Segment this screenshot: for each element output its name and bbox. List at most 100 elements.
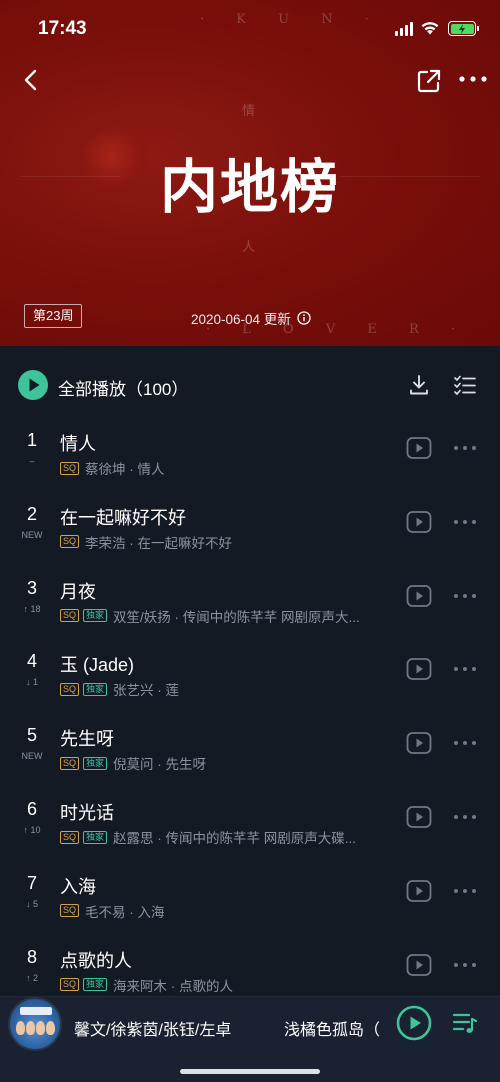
album-faces (16, 1021, 55, 1035)
page-title: 内地榜 (159, 153, 340, 221)
exclusive-badge: 独家 (83, 830, 108, 844)
song-title: 在一起嘛好不好 (60, 507, 186, 528)
song-row[interactable]: 4 ↓ 1 玉 (Jade) SQ 独家 张艺兴 · 莲 (0, 645, 500, 719)
wifi-icon (421, 22, 439, 35)
more-icon[interactable] (453, 518, 477, 526)
song-title: 入海 (60, 876, 96, 897)
exclusive-badge: 独家 (83, 609, 108, 623)
song-title: 情人 (60, 434, 96, 454)
song-meta: SQ 李荣浩 · 在一起嘛好不好 (60, 532, 232, 552)
song-row[interactable]: 7 ↓ 5 入海 SQ 毛不易 · 入海 (0, 867, 500, 941)
song-rank: 8 (26, 946, 37, 967)
download-icon[interactable] (407, 373, 431, 397)
more-icon[interactable] (458, 74, 488, 84)
song-rank: 6 (26, 799, 37, 819)
rank-trend: ↑ 18 (23, 603, 41, 614)
play-all-row: 全部播放（100） (0, 346, 500, 424)
exclusive-badge: 独家 (83, 978, 108, 992)
sq-badge: SQ (60, 535, 80, 549)
update-date: 2020-06-04 更新 (191, 312, 291, 327)
song-meta: SQ 独家 张艺兴 · 莲 (60, 679, 179, 699)
song-title: 月夜 (60, 581, 96, 602)
play-box-icon[interactable] (406, 657, 432, 681)
song-title: 玉 (Jade) (60, 655, 135, 676)
sq-badge: SQ (60, 978, 80, 992)
play-box-icon[interactable] (406, 510, 432, 534)
more-icon[interactable] (453, 813, 477, 821)
song-row[interactable]: 3 ↑ 18 月夜 SQ 独家 双笙/妖扬 · 传闻中的陈芊芊 网剧原声大... (0, 572, 500, 646)
song-row[interactable]: 2 NEW 在一起嘛好不好 SQ 李荣浩 · 在一起嘛好不好 (0, 498, 500, 572)
rank-trend: NEW (21, 529, 43, 540)
exclusive-badge: 独家 (83, 756, 108, 770)
rank-trend: NEW (21, 751, 43, 762)
song-artist-album: 毛不易 · 入海 (85, 904, 165, 920)
song-meta: SQ 独家 赵露思 · 传闻中的陈芊芊 网剧原声大碟... (60, 827, 356, 847)
play-box-icon[interactable] (406, 805, 432, 829)
play-box-icon[interactable] (406, 953, 432, 977)
song-meta: SQ 独家 倪莫问 · 先生呀 (60, 753, 206, 773)
song-list-panel: 全部播放（100） 1 – 情人 SQ 蔡徐坤 · 情人 2 NEW 在一起嘛好不好 SQ 李荣浩… (0, 346, 500, 996)
song-row[interactable]: 6 ↑ 10 时光话 SQ 独家 赵露思 · 传闻中的陈芊芊 网剧原声大碟... (0, 793, 500, 867)
mini-player[interactable]: 馨文/徐紫茵/张钰/左卓 浅橘色孤岛（ (0, 996, 500, 1082)
update-info[interactable]: 2020-06-04 更新 (191, 308, 311, 328)
mini-play-button[interactable] (396, 1005, 432, 1041)
rank-trend: ↓ 1 (25, 677, 38, 688)
header-deco-char-mid: 人 (242, 240, 270, 255)
play-box-icon[interactable] (406, 436, 432, 460)
exclusive-badge: 独家 (83, 682, 108, 696)
play-all-label[interactable]: 全部播放（100） (58, 375, 188, 400)
play-box-icon[interactable] (406, 584, 432, 608)
more-icon[interactable] (453, 665, 477, 673)
rank-trend: ↓ 5 (25, 898, 38, 909)
cellular-signal-icon (395, 22, 413, 36)
more-icon[interactable] (453, 739, 477, 747)
info-icon[interactable] (297, 311, 311, 325)
sq-badge: SQ (60, 756, 80, 770)
song-rank: 2 (26, 503, 37, 524)
play-box-icon[interactable] (406, 879, 432, 903)
sq-badge: SQ (60, 609, 80, 623)
rank-trend: ↑ 2 (25, 972, 38, 983)
rank-trend: ↑ 10 (23, 825, 41, 835)
song-title: 时光话 (60, 803, 114, 823)
song-meta: SQ 独家 双笙/妖扬 · 传闻中的陈芊芊 网剧原声大... (60, 606, 360, 626)
status-time: 17:43 (38, 18, 87, 39)
sq-badge: SQ (60, 904, 80, 918)
song-title: 先生呀 (60, 729, 114, 750)
song-rank: 4 (26, 651, 37, 672)
song-meta: SQ 毛不易 · 入海 (60, 901, 165, 921)
header-deco-char-top: 情 (242, 104, 270, 119)
sq-badge: SQ (60, 461, 80, 475)
song-meta: SQ 蔡徐坤 · 情人 (60, 458, 165, 478)
song-rank: 5 (26, 725, 37, 746)
song-row[interactable]: 1 – 情人 SQ 蔡徐坤 · 情人 (0, 424, 500, 498)
song-row[interactable]: 5 NEW 先生呀 SQ 独家 倪莫问 · 先生呀 (0, 719, 500, 793)
multiselect-icon[interactable] (453, 373, 477, 397)
status-bar: 17:43 (0, 0, 500, 60)
more-icon[interactable] (453, 961, 477, 969)
more-icon[interactable] (453, 887, 477, 895)
more-icon[interactable] (453, 592, 477, 600)
back-icon[interactable] (18, 66, 46, 94)
song-artist-album: 李荣浩 · 在一起嘛好不好 (85, 535, 233, 551)
sq-badge: SQ (60, 830, 80, 844)
album-art[interactable] (8, 997, 62, 1051)
playlist-icon[interactable] (452, 1011, 478, 1035)
rank-trend: – (29, 456, 35, 466)
song-rank: 3 (26, 577, 37, 598)
song-artist-album: 张艺兴 · 莲 (113, 683, 180, 699)
song-artist-album: 蔡徐坤 · 情人 (85, 462, 165, 477)
now-playing-artist[interactable]: 馨文/徐紫茵/张钰/左卓 (74, 1016, 231, 1040)
play-all-button[interactable] (18, 370, 48, 400)
song-artist-album: 赵露思 · 传闻中的陈芊芊 网剧原声大碟... (113, 831, 357, 846)
home-indicator (180, 1069, 320, 1074)
play-box-icon[interactable] (406, 731, 432, 755)
more-icon[interactable] (453, 444, 477, 452)
share-icon[interactable] (416, 68, 442, 94)
battery-icon (448, 21, 479, 36)
now-playing-song[interactable]: 浅橘色孤岛（ (284, 1016, 384, 1040)
song-meta: SQ 独家 海来阿木 · 点歌的人 (60, 975, 233, 995)
sq-badge: SQ (60, 682, 80, 696)
song-rank: 7 (26, 872, 37, 893)
song-artist-album: 倪莫问 · 先生呀 (113, 757, 207, 773)
